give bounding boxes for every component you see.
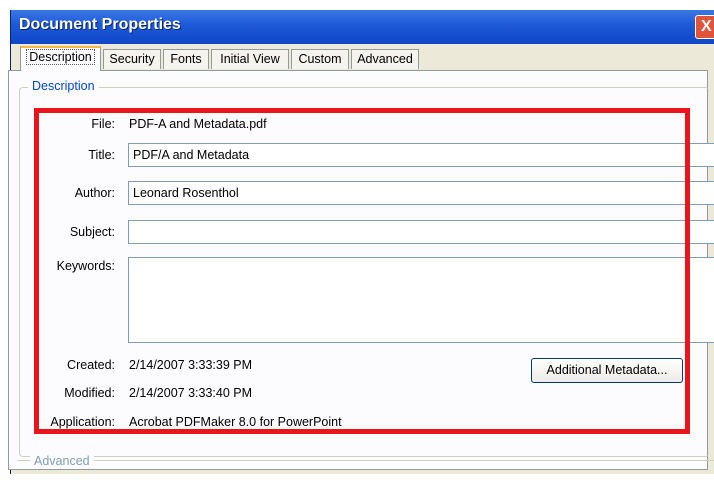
author-label: Author: bbox=[74, 186, 115, 200]
title-field[interactable]: PDF/A and Metadata bbox=[128, 143, 714, 167]
close-button[interactable]: X bbox=[695, 15, 714, 39]
modified-value: 2/14/2007 3:33:40 PM bbox=[129, 386, 253, 400]
file-value: PDF-A and Metadata.pdf bbox=[129, 117, 267, 131]
file-label: File: bbox=[91, 117, 115, 131]
title-label: Title: bbox=[88, 148, 115, 162]
tab-description[interactable]: Description bbox=[20, 46, 101, 71]
keywords-label: Keywords: bbox=[56, 259, 115, 273]
additional-metadata-button[interactable]: Additional Metadata... bbox=[531, 358, 683, 383]
tab-initial-view[interactable]: Initial View bbox=[211, 49, 289, 69]
tab-strip: Description Security Fonts Initial View … bbox=[8, 46, 698, 71]
subject-field[interactable] bbox=[128, 220, 714, 244]
keywords-field[interactable] bbox=[128, 257, 714, 343]
dialog-title: Document Properties bbox=[19, 16, 181, 33]
created-value: 2/14/2007 3:33:39 PM bbox=[129, 358, 253, 372]
close-icon: X bbox=[701, 18, 712, 35]
created-label: Created: bbox=[67, 358, 115, 372]
author-field[interactable]: Leonard Rosenthol bbox=[128, 181, 714, 205]
title-bar[interactable]: Document Properties X bbox=[11, 10, 714, 44]
tab-advanced[interactable]: Advanced bbox=[351, 49, 419, 69]
tab-custom[interactable]: Custom bbox=[291, 49, 349, 69]
description-group-legend: Description bbox=[28, 79, 99, 93]
application-value: Acrobat PDFMaker 8.0 for PowerPoint bbox=[129, 415, 342, 429]
advanced-group-legend: Advanced bbox=[30, 454, 94, 468]
advanced-group bbox=[18, 460, 714, 480]
tab-fonts[interactable]: Fonts bbox=[163, 49, 209, 69]
application-label: Application: bbox=[50, 415, 115, 429]
modified-label: Modified: bbox=[64, 386, 115, 400]
subject-label: Subject: bbox=[69, 225, 115, 239]
tab-security[interactable]: Security bbox=[103, 49, 161, 69]
